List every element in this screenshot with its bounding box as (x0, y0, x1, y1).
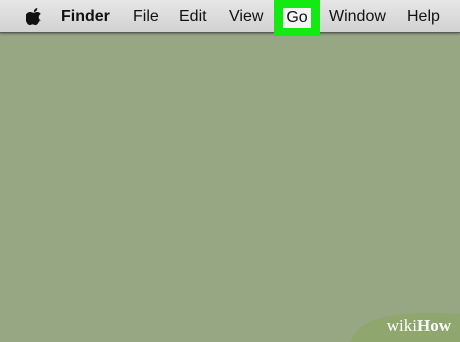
apple-logo-icon[interactable] (26, 7, 42, 26)
wikihow-watermark: wikiHow (350, 308, 460, 342)
menu-file[interactable]: File (133, 0, 159, 32)
watermark-how: How (417, 316, 451, 335)
menu-finder[interactable]: Finder (61, 0, 110, 32)
menu-go[interactable]: Go (274, 0, 320, 36)
menu-bar: Finder File Edit View Go Window Help (0, 0, 460, 36)
menu-edit[interactable]: Edit (179, 0, 207, 32)
menu-window[interactable]: Window (329, 0, 386, 32)
watermark-text: wikiHow (387, 316, 451, 336)
menu-help[interactable]: Help (407, 0, 440, 32)
watermark-wiki: wiki (386, 316, 417, 335)
menu-go-label: Go (283, 8, 311, 28)
menu-view[interactable]: View (229, 0, 263, 32)
